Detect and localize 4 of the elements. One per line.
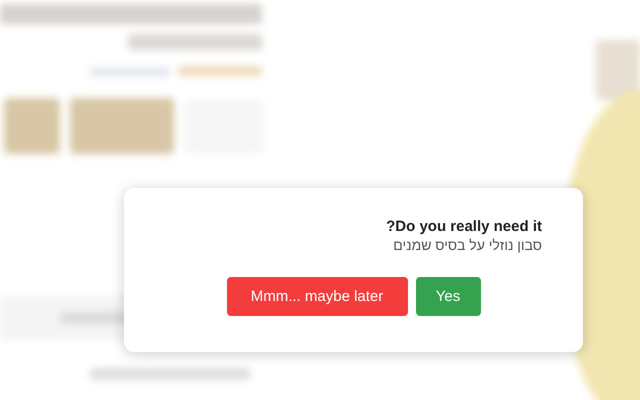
dialog-title: Do you really need it? [386, 218, 542, 235]
yes-button[interactable]: Yes [416, 277, 480, 316]
dialog-subtitle: סבון נוזלי על בסיס שמנים [393, 237, 542, 253]
later-button[interactable]: Mmm... maybe later [226, 277, 408, 316]
